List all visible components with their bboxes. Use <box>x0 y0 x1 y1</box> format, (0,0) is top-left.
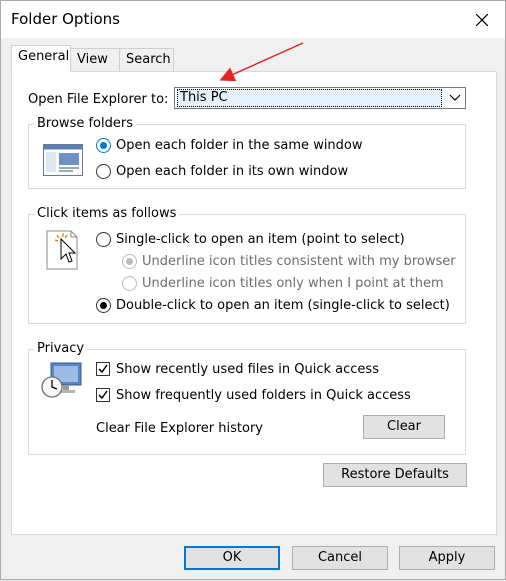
radio-same-window[interactable] <box>96 138 111 153</box>
radio-underline-point[interactable] <box>122 276 137 291</box>
close-button[interactable] <box>459 1 505 38</box>
open-explorer-selected-value: This PC <box>177 89 442 107</box>
browse-folders-group <box>28 124 466 189</box>
window-title: Folder Options <box>11 10 120 28</box>
own-window-label[interactable]: Open each folder in its own window <box>116 164 348 179</box>
radio-underline-consistent[interactable] <box>122 254 137 269</box>
checkmark-icon <box>98 390 108 400</box>
radio-single-click[interactable] <box>96 232 111 247</box>
restore-defaults-button[interactable]: Restore Defaults <box>323 463 467 487</box>
browse-folders-title: Browse folders <box>34 116 136 131</box>
apply-button[interactable]: Apply <box>399 546 495 570</box>
tab-view[interactable]: View <box>70 48 120 72</box>
radio-double-click[interactable] <box>96 298 111 313</box>
checkmark-icon <box>98 364 108 374</box>
checkbox-frequent-folders[interactable] <box>96 388 110 402</box>
radio-own-window[interactable] <box>96 164 111 179</box>
underline-point-label[interactable]: Underline icon titles only when I point … <box>142 276 444 291</box>
double-click-label[interactable]: Double-click to open an item (single-cli… <box>116 298 450 313</box>
privacy-clock-icon <box>41 362 82 398</box>
tab-search[interactable]: Search <box>119 48 174 72</box>
cancel-button[interactable]: Cancel <box>292 546 388 570</box>
ok-button[interactable]: OK <box>184 546 280 570</box>
chevron-down-icon <box>449 94 461 101</box>
single-click-label[interactable]: Single-click to open an item (point to s… <box>116 232 405 247</box>
recent-files-label[interactable]: Show recently used files in Quick access <box>116 362 379 377</box>
folder-options-window: Folder Options General View Search Open … <box>0 0 506 580</box>
pointer-click-icon <box>46 230 78 270</box>
privacy-title: Privacy <box>34 341 88 356</box>
open-explorer-dropdown[interactable]: This PC <box>174 87 466 109</box>
frequent-folders-label[interactable]: Show frequently used folders in Quick ac… <box>116 388 411 403</box>
click-items-title: Click items as follows <box>34 206 180 221</box>
window-preview-icon <box>43 144 83 176</box>
tab-general[interactable]: General <box>11 45 71 72</box>
same-window-label[interactable]: Open each folder in the same window <box>116 138 363 153</box>
title-bar: Folder Options <box>1 1 505 38</box>
clear-button[interactable]: Clear <box>363 415 445 439</box>
clear-history-label: Clear File Explorer history <box>96 421 263 436</box>
close-icon <box>476 13 488 26</box>
underline-consistent-label[interactable]: Underline icon titles consistent with my… <box>142 254 456 269</box>
checkbox-recent-files[interactable] <box>96 362 110 376</box>
open-explorer-label: Open File Explorer to: <box>28 92 169 107</box>
